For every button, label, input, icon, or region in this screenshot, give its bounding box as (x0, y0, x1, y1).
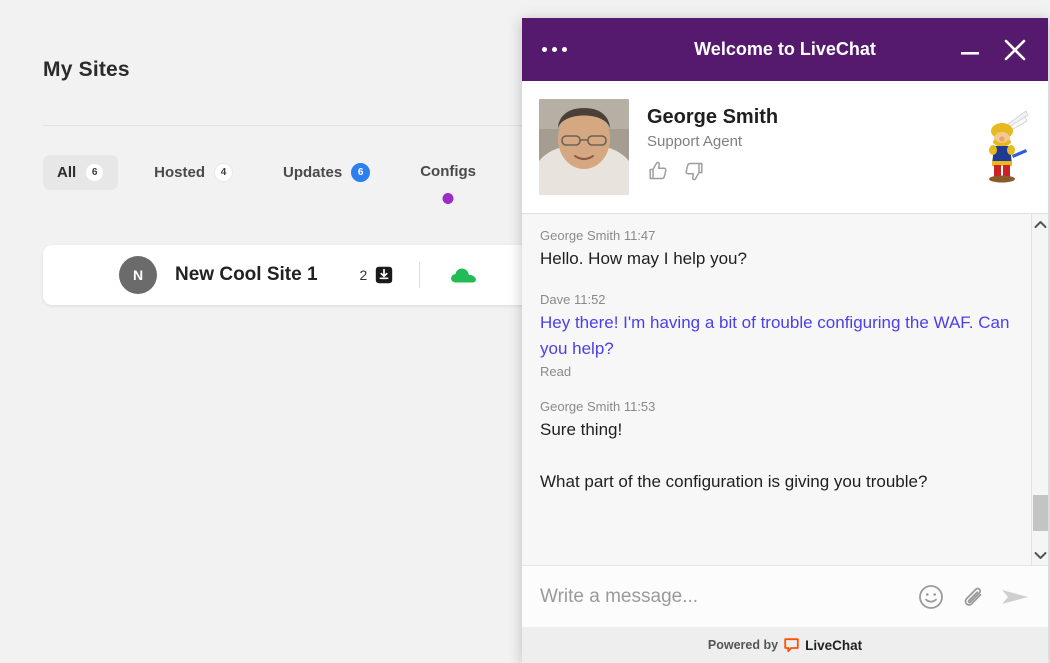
smiley-icon[interactable] (918, 584, 944, 610)
avatar: N (119, 256, 157, 294)
tab-updates[interactable]: Updates 6 (269, 155, 384, 190)
tab-hosted[interactable]: Hosted 4 (140, 155, 247, 190)
scrollbar-track[interactable] (1032, 234, 1048, 545)
titlebar-actions (958, 37, 1028, 63)
message-text: Hey there! I'm having a bit of trouble c… (540, 313, 1015, 358)
livechat-logo-icon (784, 637, 799, 653)
download-icon[interactable] (375, 266, 393, 284)
livechat-brand-label: LiveChat (805, 637, 863, 653)
paperclip-icon[interactable] (959, 584, 985, 610)
powered-by-label: Powered by (707, 638, 779, 652)
chat-footer: Powered by LiveChat (522, 627, 1048, 663)
scrollbar-thumb[interactable] (1033, 495, 1048, 531)
site-name: New Cool Site 1 (175, 264, 318, 285)
tab-updates-badge: 6 (351, 163, 371, 182)
tab-hosted-label: Hosted (154, 164, 206, 181)
thumbs-up-icon[interactable] (647, 160, 669, 182)
rating-buttons (647, 160, 778, 182)
tab-updates-label: Updates (283, 164, 343, 181)
chat-body: George Smith 11:47 Hello. How may I help… (522, 214, 1048, 565)
row-divider (419, 262, 421, 288)
minimize-icon[interactable] (958, 38, 982, 62)
message-item: George Smith 11:53 Sure thing! What part… (540, 399, 1013, 495)
message-scrollbar[interactable] (1031, 214, 1048, 565)
livechat-widget: Welcome to LiveChat George Smith Support… (522, 18, 1048, 663)
tab-configs-indicator-dot (442, 193, 454, 204)
cloud-icon[interactable] (450, 266, 478, 284)
tab-configs-label: Configs (420, 163, 477, 180)
close-icon[interactable] (1002, 37, 1028, 63)
chevron-up-icon[interactable] (1032, 214, 1048, 234)
send-icon[interactable] (1000, 584, 1030, 610)
thumbs-down-icon[interactable] (683, 160, 705, 182)
chevron-down-icon[interactable] (1032, 545, 1048, 565)
composer-actions (918, 584, 1030, 610)
message-list: George Smith 11:47 Hello. How may I help… (522, 214, 1031, 565)
message-text: Hello. How may I help you? (540, 249, 747, 268)
message-meta: Dave 11:52 (540, 292, 606, 307)
tab-all-badge: 6 (85, 163, 105, 182)
mascot-icon (982, 109, 1030, 183)
page-title: My Sites (43, 58, 130, 81)
agent-meta: George Smith Support Agent (647, 99, 778, 182)
site-update-count: 2 (359, 267, 368, 283)
ellipsis-icon[interactable] (542, 47, 567, 52)
message-item: George Smith 11:47 Hello. How may I help… (540, 228, 1013, 272)
agent-info-bar: George Smith Support Agent (522, 81, 1048, 214)
tab-all-label: All (57, 164, 77, 181)
chat-titlebar: Welcome to LiveChat (522, 18, 1048, 81)
tab-hosted-badge: 4 (214, 163, 234, 182)
message-status: Read (540, 364, 572, 379)
agent-role: Support Agent (647, 133, 743, 150)
message-input[interactable] (540, 585, 918, 608)
agent-name: George Smith (647, 106, 779, 128)
tab-all[interactable]: All 6 (43, 155, 119, 190)
site-filter-tabs: All 6 Hosted 4 Updates 6 Configs (43, 155, 490, 204)
message-text: Sure thing! What part of the configurati… (540, 420, 928, 491)
message-item: Dave 11:52 Hey there! I'm having a bit o… (540, 292, 1013, 379)
message-meta: George Smith 11:47 (540, 228, 656, 243)
tab-configs[interactable]: Configs (406, 155, 490, 204)
agent-photo (539, 99, 629, 195)
message-composer (522, 565, 1048, 627)
message-meta: George Smith 11:53 (540, 399, 656, 414)
